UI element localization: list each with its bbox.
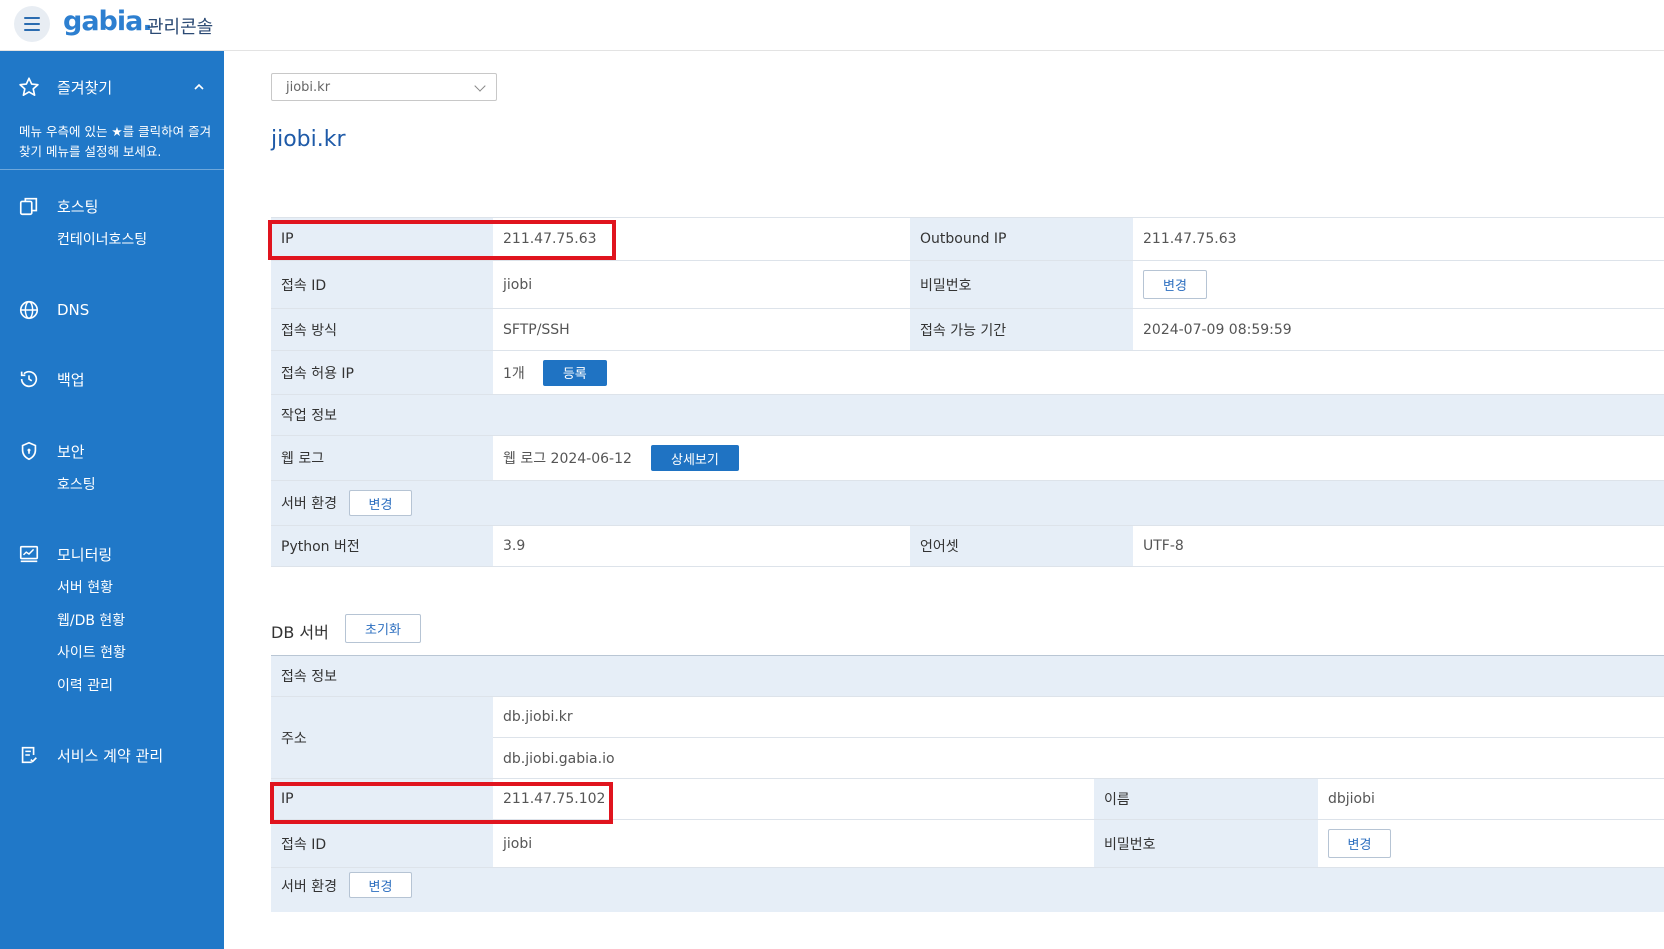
reset-db-button[interactable]: 초기화 [345, 614, 421, 643]
table-row: 접속 방식 SFTP/SSH 접속 가능 기간 2024-07-09 08:59… [271, 308, 1664, 350]
table-row: 접속 허용 IP 1개 등록 [271, 350, 1664, 394]
web-server-table: IP 211.47.75.63 Outbound IP 211.47.75.63… [271, 217, 1664, 567]
gabia-logo[interactable]: gabia. [63, 6, 153, 37]
sidebar-item-security-hosting[interactable]: 호스팅 [57, 474, 96, 494]
console-title: 관리콘솔 [147, 17, 214, 38]
weblog-detail-button[interactable]: 상세보기 [650, 445, 739, 471]
top-bar: gabia. 관리콘솔 [0, 0, 1664, 51]
menu-icon[interactable] [14, 6, 50, 42]
sidebar-item-container-hosting[interactable]: 컨테이너호스팅 [57, 229, 147, 249]
db-change-env-button[interactable]: 변경 [348, 872, 412, 898]
contract-icon [18, 744, 40, 766]
change-password-button[interactable]: 변경 [1143, 270, 1207, 299]
sidebar-item-server-status[interactable]: 서버 현황 [57, 577, 113, 597]
chevron-down-icon [474, 80, 486, 92]
main-content: jiobi.kr jiobi.kr IP 211.47.75.63 Outbou… [224, 51, 1664, 949]
domain-select[interactable]: jiobi.kr [271, 73, 497, 101]
table-row: IP 211.47.75.63 Outbound IP 211.47.75.63 [271, 217, 1664, 260]
table-row: 웹 로그 웹 로그 2024-06-12 상세보기 [271, 435, 1664, 480]
history-icon [18, 368, 40, 390]
table-row: Python 버전 3.9 언어셋 UTF-8 [271, 525, 1664, 567]
register-ip-button[interactable]: 등록 [542, 359, 607, 386]
monitor-chart-icon [18, 543, 40, 565]
shield-icon [18, 440, 40, 462]
sidebar: 즐겨찾기 메뉴 우측에 있는 ★를 클릭하여 즐겨찾기 메뉴를 설정해 보세요.… [0, 51, 224, 949]
table-row: IP 211.47.75.102 이름 dbjiobi [271, 778, 1664, 819]
db-change-password-button[interactable]: 변경 [1328, 829, 1391, 858]
chevron-up-icon[interactable] [193, 81, 205, 93]
table-row: 서버 환경 변경 [271, 867, 1664, 912]
table-row: 접속 ID jiobi 비밀번호 변경 [271, 260, 1664, 308]
sidebar-item-site-status[interactable]: 사이트 현황 [57, 642, 126, 662]
hosting-icon [18, 195, 40, 217]
sidebar-item-web-db-status[interactable]: 웹/DB 현황 [57, 610, 125, 630]
star-icon [18, 76, 40, 98]
page-title: jiobi.kr [271, 127, 346, 152]
table-row: 접속 ID jiobi 비밀번호 변경 [271, 819, 1664, 867]
globe-icon [18, 299, 40, 321]
table-row: 주소 db.jiobi.kr db.jiobi.gabia.io [271, 696, 1664, 779]
change-env-button[interactable]: 변경 [348, 490, 412, 516]
table-row: 작업 정보 [271, 394, 1664, 435]
sidebar-divider [0, 169, 224, 170]
table-row: 접속 정보 [271, 655, 1664, 696]
sidebar-item-history[interactable]: 이력 관리 [57, 675, 113, 695]
table-row: 서버 환경 변경 [271, 480, 1664, 525]
db-section-title: DB 서버 [271, 623, 329, 642]
favorites-note: 메뉴 우측에 있는 ★를 클릭하여 즐겨찾기 메뉴를 설정해 보세요. [19, 124, 212, 159]
db-server-table: 접속 정보 주소 db.jiobi.kr db.jiobi.gabia.io I… [271, 655, 1664, 949]
